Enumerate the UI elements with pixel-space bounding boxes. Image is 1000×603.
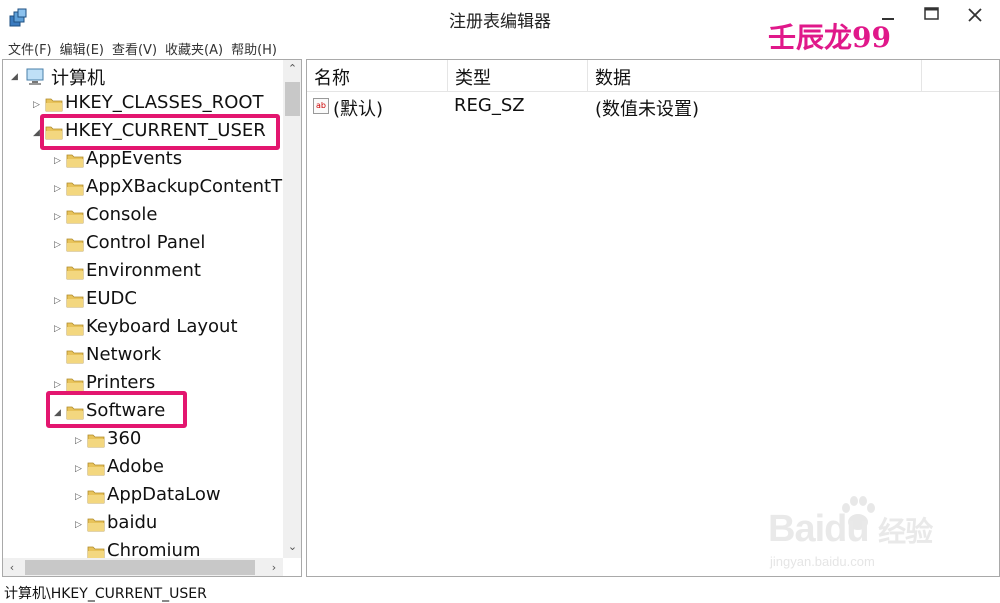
expand-arrow-icon[interactable]: ▷ (75, 492, 82, 502)
highlight-software (46, 391, 187, 428)
menu-view[interactable]: 查看(V) (110, 36, 163, 58)
expand-arrow-icon[interactable]: ▷ (75, 436, 82, 446)
column-data[interactable]: 数据 (588, 60, 922, 92)
list-row[interactable]: ab (默认) REG_SZ (数值未设置) (307, 93, 999, 121)
tree-horizontal-scrollbar[interactable]: ‹ › (3, 558, 283, 576)
folder-icon (66, 238, 84, 252)
tree-item[interactable]: Network (3, 342, 301, 370)
expand-arrow-icon[interactable]: ▷ (54, 380, 61, 390)
column-type[interactable]: 类型 (448, 60, 588, 92)
folder-icon (66, 210, 84, 224)
tree-item-label: Control Panel (86, 232, 206, 253)
tree-item-label: baidu (107, 512, 158, 533)
menu-edit[interactable]: 编辑(E) (58, 36, 110, 58)
string-value-icon: ab (313, 98, 329, 114)
folder-icon (87, 434, 105, 448)
scroll-up-icon[interactable]: ⌃ (283, 60, 301, 78)
highlight-hkcu (40, 114, 280, 150)
tree-item[interactable]: Environment (3, 258, 301, 286)
computer-icon (26, 68, 44, 85)
folder-icon (66, 378, 84, 392)
tree-vertical-scrollbar[interactable]: ⌃ ⌄ (283, 60, 301, 558)
tree-item[interactable]: ▷ AppXBackupContentT (3, 174, 301, 202)
tree-item-label: HKEY_CLASSES_ROOT (65, 92, 264, 113)
tree-item-label: Network (86, 344, 162, 365)
collapse-arrow-icon[interactable]: ◢ (11, 72, 18, 82)
folder-icon (45, 98, 63, 112)
tree-item[interactable]: ▷ AppEvents (3, 146, 301, 174)
expand-arrow-icon[interactable]: ▷ (54, 212, 61, 222)
expand-arrow-icon[interactable]: ▷ (75, 520, 82, 530)
baidu-text: Baidu 经验 (768, 508, 933, 550)
collapse-arrow-icon[interactable]: ◢ (33, 128, 40, 138)
scroll-thumb[interactable] (285, 82, 300, 116)
tree-item-label: Adobe (107, 456, 164, 477)
list-header: 名称 类型 数据 (307, 60, 999, 92)
menu-file[interactable]: 文件(F) (6, 36, 58, 58)
tree-item[interactable]: ▷ Keyboard Layout (3, 314, 301, 342)
folder-icon (66, 350, 84, 364)
menu-favorites[interactable]: 收藏夹(A) (163, 36, 229, 58)
folder-icon (66, 294, 84, 308)
folder-icon (87, 490, 105, 504)
maximize-button[interactable] (912, 2, 952, 28)
tree-item-label: AppXBackupContentT (86, 176, 283, 197)
menu-bar: 文件(F) 编辑(E) 查看(V) 收藏夹(A) 帮助(H) (0, 36, 1000, 58)
tree-item-label: 360 (107, 428, 142, 449)
key-tree-pane[interactable]: ◢ 计算机 ▷ HKEY_CLASSES_ROOT ◢ HKEY_CURRENT_US… (2, 59, 302, 577)
minimize-button[interactable] (868, 2, 908, 28)
tree-item[interactable]: ▷ baidu (3, 510, 301, 538)
close-button[interactable] (950, 2, 1000, 28)
tree-label-computer: 计算机 (51, 68, 105, 89)
baidu-watermark: Baidu 经验 jingyan.baidu.com (768, 496, 948, 570)
expand-arrow-icon[interactable]: ▷ (54, 184, 61, 194)
folder-icon (66, 154, 84, 168)
value-name: (默认) (333, 99, 384, 120)
expand-arrow-icon[interactable]: ▷ (75, 464, 82, 474)
scroll-down-icon[interactable]: ⌄ (283, 538, 301, 556)
tree-item[interactable]: ▷ AppDataLow (3, 482, 301, 510)
menu-help[interactable]: 帮助(H) (229, 36, 283, 58)
expand-arrow-icon[interactable]: ▷ (54, 324, 61, 334)
title-bar: 注册表编辑器 壬辰龙99 (0, 0, 1000, 54)
tree-item-label: EUDC (86, 288, 137, 309)
folder-icon (66, 182, 84, 196)
folder-icon (87, 518, 105, 532)
status-bar: 计算机\HKEY_CURRENT_USER (0, 580, 1000, 603)
tree-item-label: AppEvents (86, 148, 183, 169)
tree-item-label: Keyboard Layout (86, 316, 238, 337)
expand-arrow-icon[interactable]: ▷ (33, 100, 40, 110)
column-name[interactable]: 名称 (307, 60, 448, 92)
expand-arrow-icon[interactable]: ▷ (54, 156, 61, 166)
expand-arrow-icon[interactable]: ▷ (54, 240, 61, 250)
tree-item[interactable]: ▷ Control Panel (3, 230, 301, 258)
folder-icon (87, 462, 105, 476)
scroll-left-icon[interactable]: ‹ (3, 558, 21, 576)
folder-icon (66, 322, 84, 336)
scroll-right-icon[interactable]: › (265, 558, 283, 576)
expand-arrow-icon[interactable]: ▷ (54, 296, 61, 306)
tree-item[interactable]: ▷ Adobe (3, 454, 301, 482)
tree-item-label: Console (86, 204, 158, 225)
tree-item-computer[interactable]: ◢ 计算机 (3, 62, 301, 90)
tree-item[interactable]: ▷ Console (3, 202, 301, 230)
value-data: (数值未设置) (595, 99, 700, 120)
tree-item[interactable]: ▷ 360 (3, 426, 301, 454)
status-path: 计算机\HKEY_CURRENT_USER (4, 586, 207, 602)
tree-item-label: AppDataLow (107, 484, 221, 505)
tree-item[interactable]: ▷ EUDC (3, 286, 301, 314)
scroll-thumb-horizontal[interactable] (25, 560, 255, 575)
baidu-url: jingyan.baidu.com (770, 554, 875, 569)
folder-icon (66, 266, 84, 280)
tree-item-label: Printers (86, 372, 156, 393)
tree-item-label: Environment (86, 260, 201, 281)
value-type: REG_SZ (454, 95, 525, 116)
